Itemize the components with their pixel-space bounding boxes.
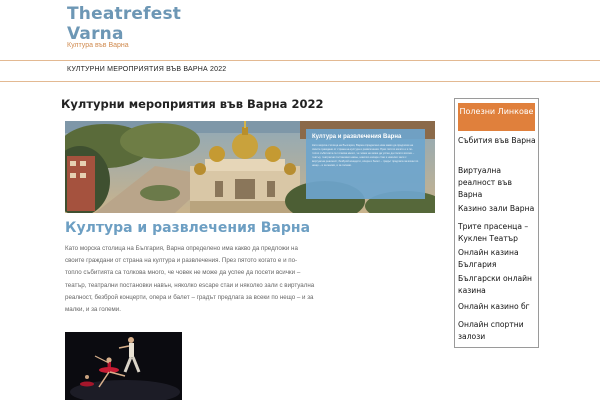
- page-title: Културни мероприятия във Варна 2022: [61, 97, 324, 111]
- sidebar-link-online-casinos-bulgaria[interactable]: Онлайн казина България: [458, 247, 538, 271]
- section-subtitle: Култура и развлечения Варна: [65, 220, 311, 236]
- site-header: Theatrefest Varna Култура във Варна: [0, 0, 600, 60]
- sidebar-link-online-casino-bg[interactable]: Онлайн казино бг: [458, 301, 538, 313]
- sidebar-useful-links: Полезни Линкове Събития във Варна Виртуа…: [454, 98, 539, 348]
- sidebar-link-three-little-pigs[interactable]: Трите прасенца – Куклен Театър: [458, 221, 538, 245]
- site-title-line1[interactable]: Theatrefest: [67, 4, 227, 24]
- hero-caption-box: Култура и развлечения Варна Като морска …: [306, 129, 425, 199]
- sidebar-link-virtual-reality[interactable]: Виртуална реалност във Варна: [458, 165, 538, 201]
- site-tagline: Култура във Варна: [67, 42, 129, 49]
- ballet-photo: [65, 332, 182, 400]
- site-title[interactable]: Theatrefest Varna: [67, 4, 227, 44]
- hero-caption-text: Като морска столица на България, Варна о…: [312, 144, 419, 167]
- article-paragraph: Като морска столица на България, Варна о…: [65, 245, 315, 314]
- main-navigation: КУЛТУРНИ МЕРОПРИЯТИЯ ВЪВ ВАРНА 2022: [0, 60, 600, 82]
- ballet-dancers-picture: [65, 332, 182, 400]
- nav-item-cultural-events[interactable]: КУЛТУРНИ МЕРОПРИЯТИЯ ВЪВ ВАРНА 2022: [67, 66, 226, 73]
- sidebar-link-casino-halls[interactable]: Казино зали Варна: [458, 203, 538, 215]
- hero-caption-title: Култура и развлечения Варна: [312, 134, 402, 140]
- site-title-line2[interactable]: Varna: [67, 24, 227, 44]
- hero-image: Култура и развлечения Варна Като морска …: [65, 121, 435, 213]
- sidebar-widget-title: Полезни Линкове: [458, 103, 535, 131]
- sidebar-link-bulgarian-online-casinos[interactable]: Български онлайн казина: [458, 273, 538, 297]
- sidebar-link-events-varna[interactable]: Събития във Варна: [458, 135, 538, 147]
- sidebar-link-online-sports-betting[interactable]: Онлайн спортни залози: [458, 319, 538, 343]
